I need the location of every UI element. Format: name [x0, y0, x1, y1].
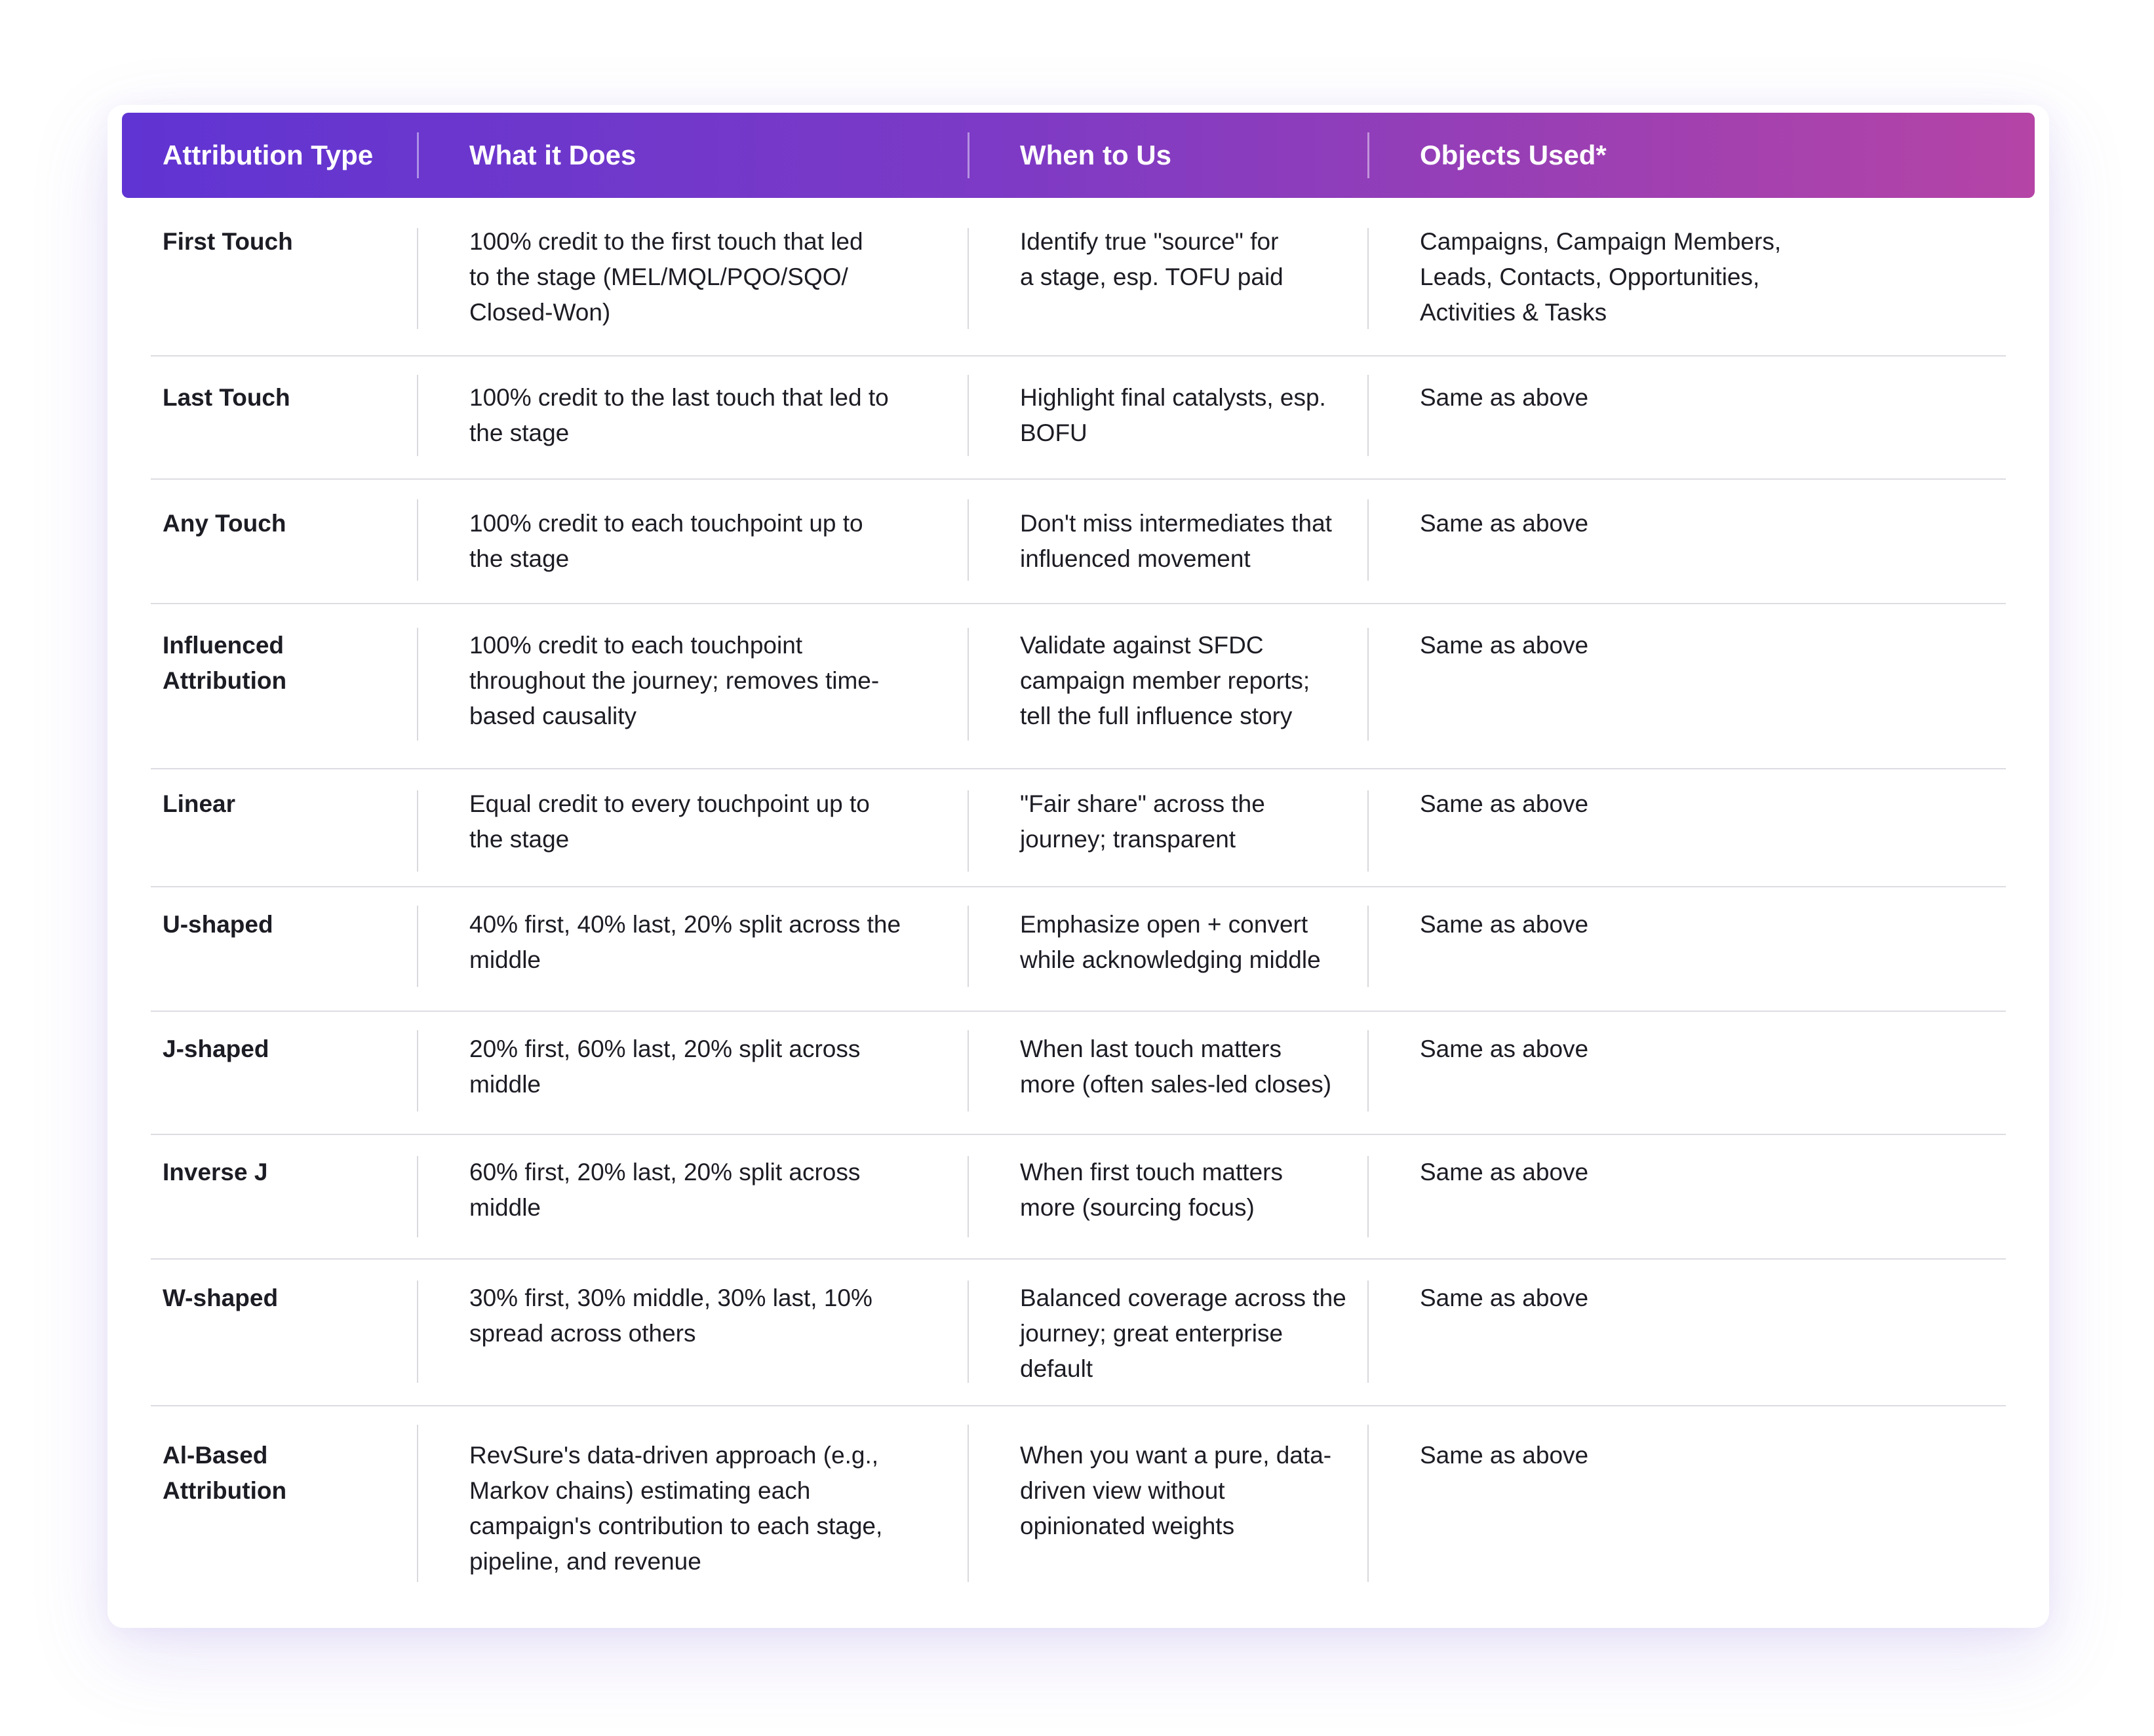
table-row: Al-Based Attribution RevSure's data-driv…: [151, 1406, 2006, 1603]
objects-used-cell: Campaigns, Campaign Members, Leads, Cont…: [1420, 228, 1782, 326]
attribution-type-cell: Linear: [163, 790, 236, 817]
table-row: Any Touch 100% credit to each touchpoint…: [151, 480, 2006, 604]
attribution-type-cell: Influenced Attribution: [163, 632, 287, 694]
table-row: Last Touch 100% credit to the last touch…: [151, 357, 2006, 480]
objects-used-cell: Same as above: [1420, 1159, 1589, 1186]
column-divider: [1367, 628, 1369, 741]
what-it-does-cell: 100% credit to each touchpoint throughou…: [469, 632, 880, 729]
objects-used-cell: Same as above: [1420, 1035, 1589, 1062]
header-when-to-use: When to Us: [1020, 140, 1171, 170]
when-to-use-cell: When first touch matters more (sourcing …: [1020, 1159, 1283, 1221]
header-divider: [968, 132, 969, 178]
header-attribution-type: Attribution Type: [163, 140, 374, 170]
attribution-table: Attribution Type What it Does When to Us…: [122, 113, 2035, 1603]
table-row: U-shaped 40% first, 40% last, 20% split …: [151, 887, 2006, 1012]
column-divider: [968, 1281, 969, 1383]
attribution-type-cell: Al-Based Attribution: [163, 1442, 287, 1504]
what-it-does-cell: 30% first, 30% middle, 30% last, 10% spr…: [469, 1284, 872, 1347]
column-divider: [1367, 375, 1369, 456]
column-divider: [417, 906, 418, 987]
attribution-type-cell: Last Touch: [163, 384, 290, 411]
attribution-type-cell: U-shaped: [163, 911, 273, 938]
table-header: Attribution Type What it Does When to Us…: [122, 113, 2035, 198]
attribution-type-cell: J-shaped: [163, 1035, 269, 1062]
objects-used-cell: Same as above: [1420, 790, 1589, 817]
column-divider: [968, 1030, 969, 1111]
header-what-it-does: What it Does: [469, 140, 636, 170]
what-it-does-cell: 60% first, 20% last, 20% split across mi…: [469, 1159, 861, 1221]
column-divider: [968, 1425, 969, 1582]
column-divider: [417, 1281, 418, 1383]
when-to-use-cell: Don't miss intermediates that influenced…: [1020, 510, 1332, 572]
column-divider: [417, 1425, 418, 1582]
column-divider: [417, 628, 418, 741]
attribution-table-card: Attribution Type What it Does When to Us…: [108, 105, 2049, 1628]
column-divider: [968, 1156, 969, 1237]
table-row: J-shaped 20% first, 60% last, 20% split …: [151, 1012, 2006, 1135]
attribution-type-cell: W-shaped: [163, 1284, 279, 1311]
what-it-does-cell: Equal credit to every touchpoint up to t…: [469, 790, 870, 853]
column-divider: [417, 1030, 418, 1111]
what-it-does-cell: 100% credit to each touchpoint up to the…: [469, 510, 863, 572]
column-divider: [1367, 499, 1369, 581]
column-divider: [968, 499, 969, 581]
table-row: First Touch 100% credit to the first tou…: [151, 198, 2006, 357]
column-divider: [1367, 906, 1369, 987]
header-divider: [417, 132, 419, 178]
table-row: Influenced Attribution 100% credit to ea…: [151, 604, 2006, 769]
column-divider: [1367, 790, 1369, 872]
column-divider: [417, 1156, 418, 1237]
table-row: W-shaped 30% first, 30% middle, 30% last…: [151, 1260, 2006, 1406]
when-to-use-cell: When last touch matters more (often sale…: [1020, 1035, 1332, 1098]
column-divider: [417, 790, 418, 872]
column-divider: [968, 375, 969, 456]
objects-used-cell: Same as above: [1420, 1442, 1589, 1469]
when-to-use-cell: Validate against SFDC campaign member re…: [1020, 632, 1310, 729]
column-divider: [1367, 1030, 1369, 1111]
objects-used-cell: Same as above: [1420, 1284, 1589, 1311]
column-divider: [1367, 228, 1369, 329]
when-to-use-cell: Identify true "source" for a stage, esp.…: [1020, 228, 1283, 290]
column-divider: [417, 375, 418, 456]
when-to-use-cell: When you want a pure, data- driven view …: [1020, 1442, 1332, 1539]
attribution-type-cell: First Touch: [163, 228, 293, 255]
column-divider: [968, 790, 969, 872]
column-divider: [968, 628, 969, 741]
attribution-type-cell: Any Touch: [163, 510, 286, 537]
when-to-use-cell: Highlight final catalysts, esp. BOFU: [1020, 384, 1326, 446]
table-row: Inverse J 60% first, 20% last, 20% split…: [151, 1135, 2006, 1260]
table-row: Linear Equal credit to every touchpoint …: [151, 769, 2006, 887]
column-divider: [1367, 1425, 1369, 1582]
column-divider: [1367, 1281, 1369, 1383]
attribution-type-cell: Inverse J: [163, 1159, 268, 1186]
column-divider: [417, 499, 418, 581]
column-divider: [968, 228, 969, 329]
when-to-use-cell: Emphasize open + convert while acknowled…: [1020, 911, 1321, 973]
header-divider: [1367, 132, 1369, 178]
objects-used-cell: Same as above: [1420, 632, 1589, 659]
objects-used-cell: Same as above: [1420, 911, 1589, 938]
what-it-does-cell: 20% first, 60% last, 20% split across mi…: [469, 1035, 861, 1098]
objects-used-cell: Same as above: [1420, 510, 1589, 537]
column-divider: [968, 906, 969, 987]
objects-used-cell: Same as above: [1420, 384, 1589, 411]
column-divider: [1367, 1156, 1369, 1237]
column-divider: [417, 228, 418, 329]
what-it-does-cell: 40% first, 40% last, 20% split across th…: [469, 911, 901, 973]
table-body: First Touch 100% credit to the first tou…: [122, 198, 2035, 1603]
what-it-does-cell: RevSure's data-driven approach (e.g., Ma…: [469, 1442, 883, 1575]
when-to-use-cell: "Fair share" across the journey; transpa…: [1020, 790, 1265, 853]
what-it-does-cell: 100% credit to the first touch that led …: [469, 228, 863, 326]
when-to-use-cell: Balanced coverage across the journey; gr…: [1020, 1284, 1346, 1382]
what-it-does-cell: 100% credit to the last touch that led t…: [469, 384, 889, 446]
header-objects-used: Objects Used*: [1420, 140, 1607, 170]
